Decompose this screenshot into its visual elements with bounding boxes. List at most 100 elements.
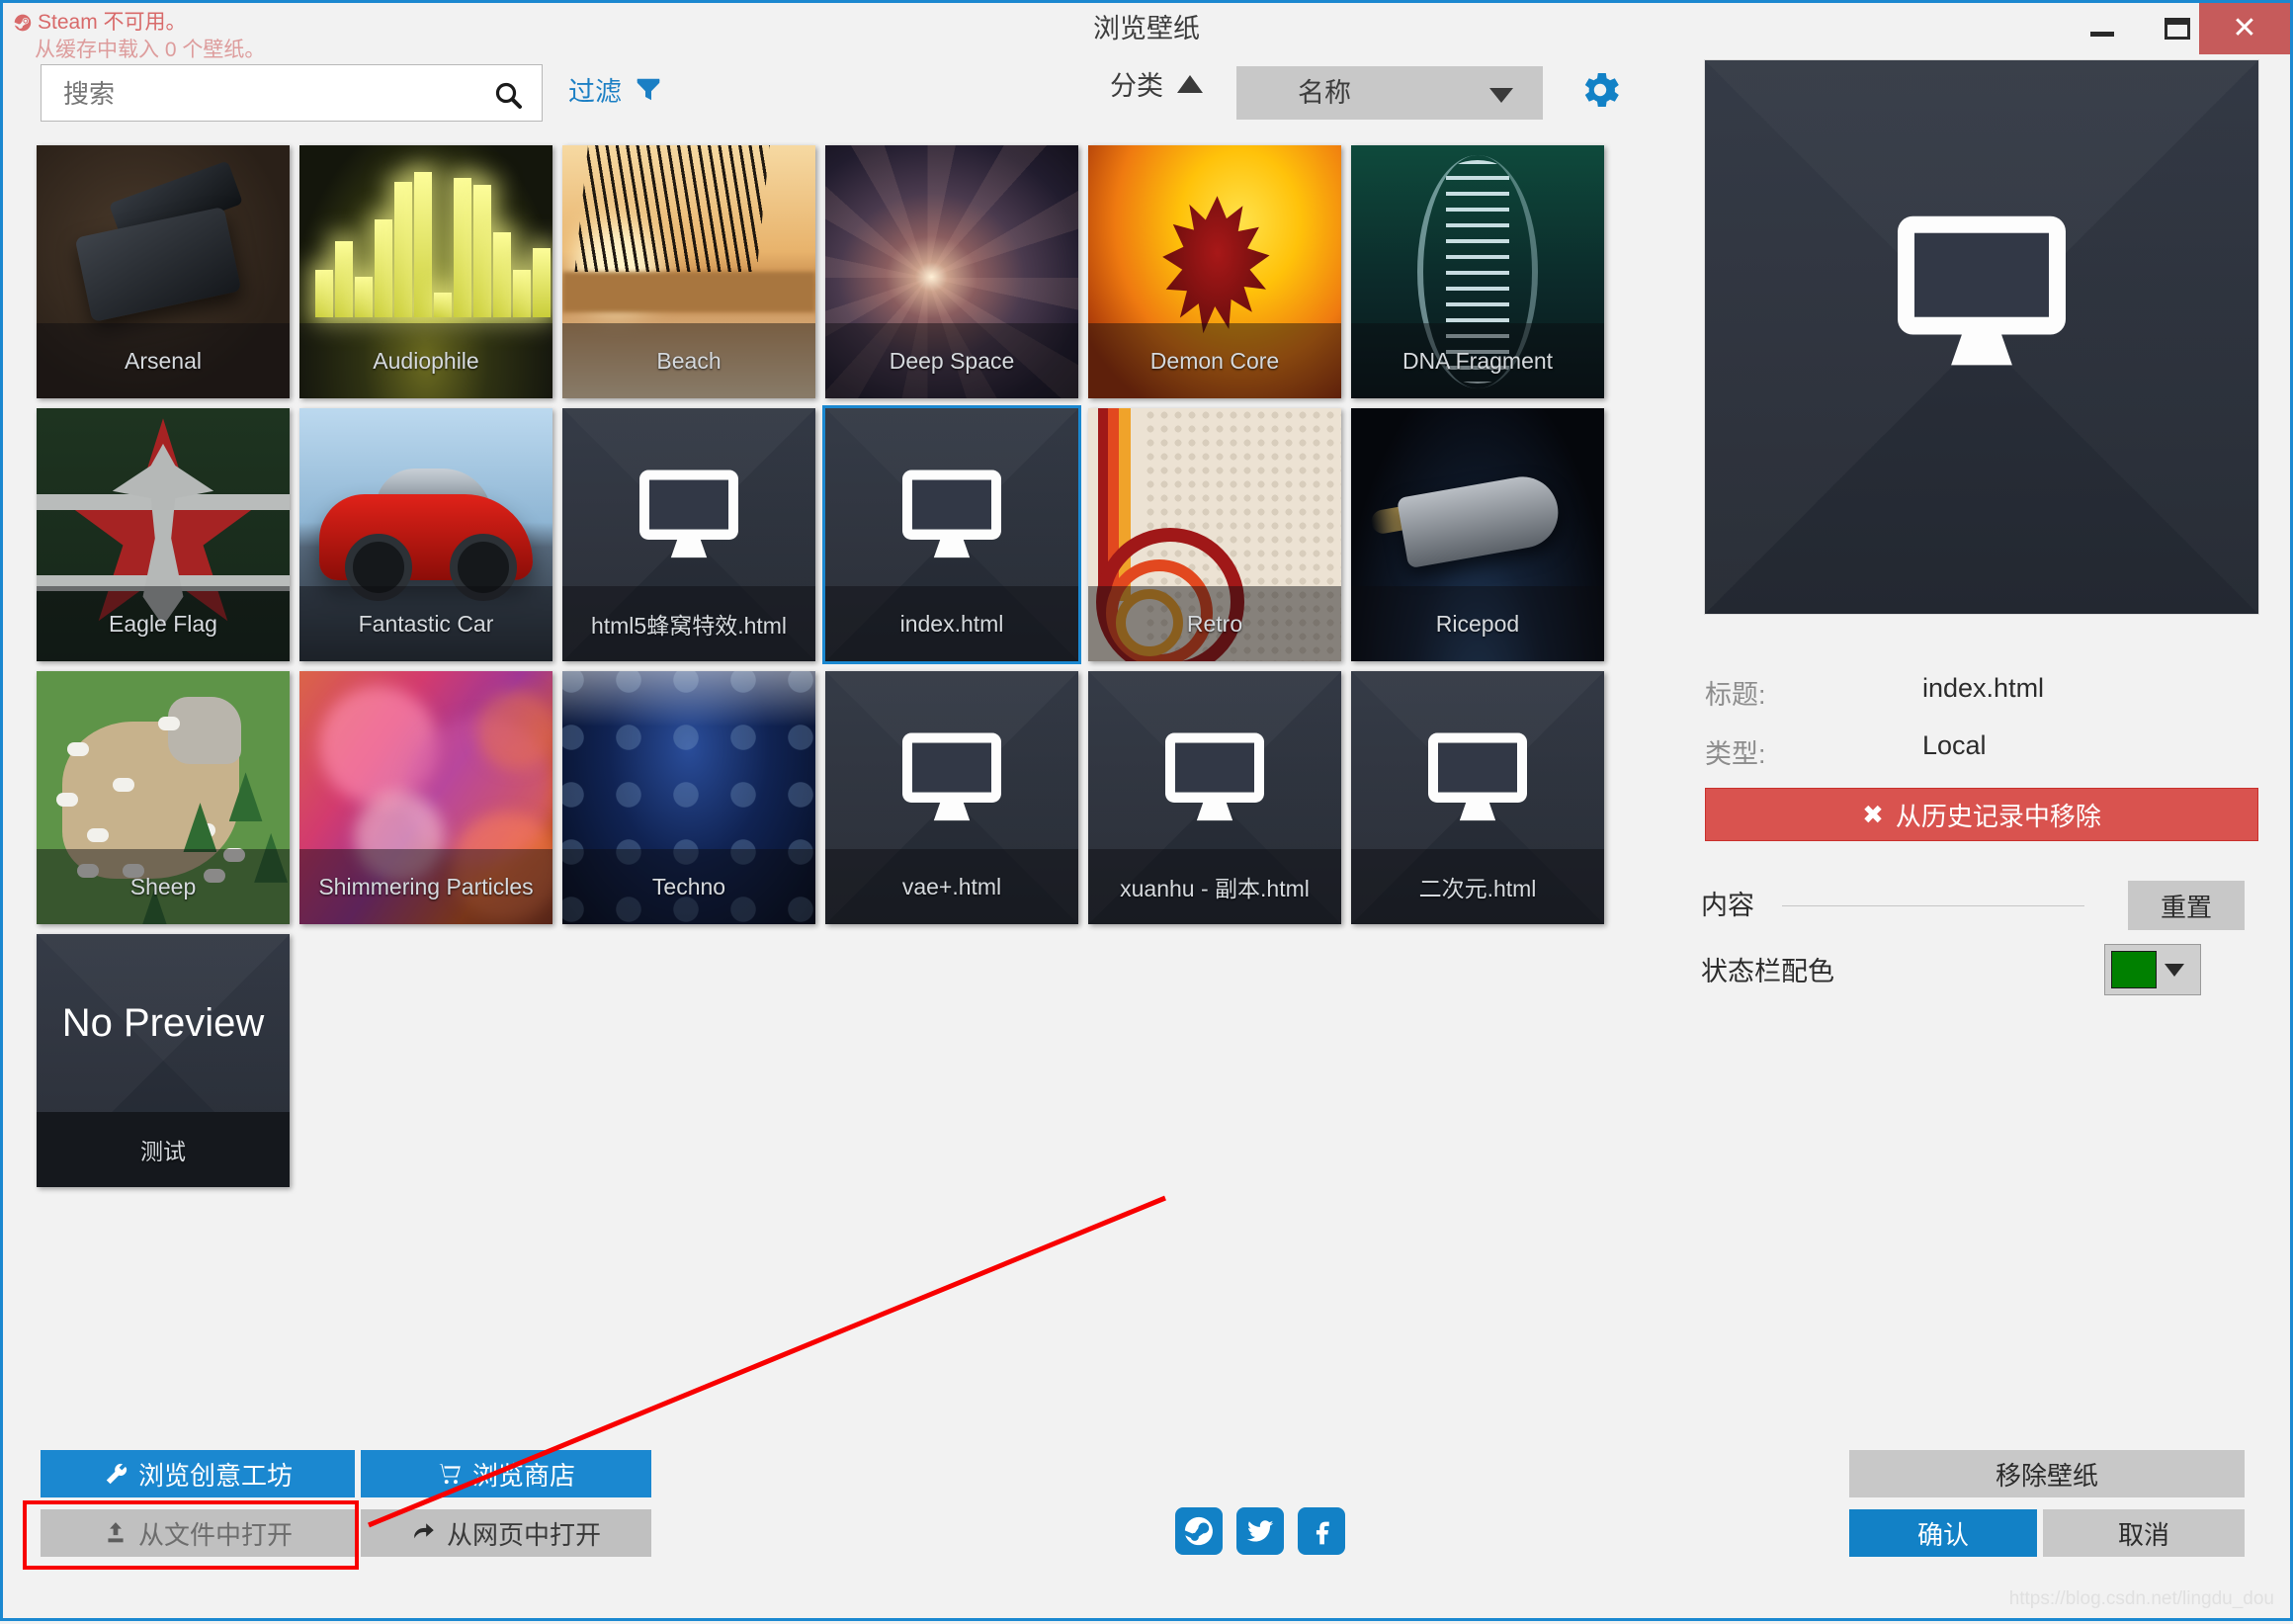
tile-label: Shimmering Particles bbox=[299, 849, 552, 924]
monitor-icon bbox=[1165, 732, 1264, 820]
cart-icon bbox=[439, 1464, 461, 1485]
wallpaper-tile[interactable]: Retro bbox=[1088, 408, 1341, 661]
wallpaper-tile[interactable]: No Preview 测试 bbox=[37, 934, 290, 1187]
open-from-web-button[interactable]: 从网页中打开 bbox=[361, 1509, 651, 1557]
wallpaper-tile[interactable]: index.html bbox=[822, 405, 1081, 664]
open-from-web-label: 从网页中打开 bbox=[446, 1519, 601, 1550]
color-swatch[interactable] bbox=[2111, 951, 2157, 988]
wallpaper-tile[interactable]: Ricepod bbox=[1351, 408, 1604, 661]
arrow-up-icon[interactable] bbox=[1177, 74, 1203, 93]
reset-button[interactable]: 重置 bbox=[2128, 881, 2245, 930]
close-button[interactable]: ✕ bbox=[2199, 3, 2290, 54]
title-value: index.html bbox=[1922, 673, 2045, 703]
wallpaper-tile[interactable]: Deep Space bbox=[825, 145, 1078, 398]
tile-label: 二次元.html bbox=[1351, 849, 1604, 924]
type-value: Local bbox=[1922, 730, 1987, 760]
sort-control[interactable]: 分类 bbox=[1110, 64, 1203, 103]
steam-icon[interactable] bbox=[1175, 1507, 1223, 1555]
title-bar: 浏览壁纸 ✕ bbox=[3, 3, 2290, 54]
wallpaper-tile[interactable]: Fantastic Car bbox=[299, 408, 552, 661]
maximize-icon bbox=[2165, 18, 2190, 40]
chevron-down-icon bbox=[1489, 88, 1513, 103]
monitor-icon bbox=[639, 470, 738, 557]
wallpaper-tile[interactable]: 二次元.html bbox=[1351, 671, 1604, 924]
wallpaper-tile[interactable]: Shimmering Particles bbox=[299, 671, 552, 924]
tile-label: Demon Core bbox=[1088, 323, 1341, 398]
wallpaper-tile[interactable]: Techno bbox=[562, 671, 815, 924]
wallpaper-tile[interactable]: Sheep bbox=[37, 671, 290, 924]
browse-workshop-button[interactable]: 浏览创意工坊 bbox=[41, 1450, 355, 1497]
remove-wallpaper-button[interactable]: 移除壁纸 bbox=[1849, 1450, 2245, 1497]
arrow-right-icon bbox=[414, 1523, 434, 1539]
no-preview-text: No Preview bbox=[61, 1000, 265, 1045]
filter-control[interactable]: 过滤 bbox=[568, 70, 663, 109]
search-input[interactable] bbox=[61, 65, 480, 123]
monitor-icon bbox=[1898, 215, 2066, 366]
monitor-icon bbox=[1428, 732, 1527, 820]
title-label: 标题: bbox=[1705, 680, 1766, 710]
funnel-icon[interactable] bbox=[634, 75, 663, 105]
wallpaper-grid: Arsenal Audiophile Beach Deep Space Demon Co… bbox=[37, 145, 1638, 1197]
wallpaper-tile[interactable]: Beach bbox=[562, 145, 815, 398]
wallpaper-tile[interactable]: Arsenal bbox=[37, 145, 290, 398]
browse-store-button[interactable]: 浏览商店 bbox=[361, 1450, 651, 1497]
twitter-icon[interactable] bbox=[1236, 1507, 1284, 1555]
tile-label: Techno bbox=[562, 849, 815, 924]
tile-label: Arsenal bbox=[37, 323, 290, 398]
wallpaper-tile[interactable]: DNA Fragment bbox=[1351, 145, 1604, 398]
steam-unavailable-row: Steam 不可用。 bbox=[13, 9, 265, 37]
tile-label: Beach bbox=[562, 323, 815, 398]
social-links bbox=[1175, 1507, 1345, 1555]
wallpaper-preview bbox=[1705, 60, 2258, 614]
close-icon: ✕ bbox=[2232, 11, 2257, 45]
divider bbox=[1782, 905, 2084, 906]
monitor-icon bbox=[902, 470, 1001, 557]
tile-label: Audiophile bbox=[299, 323, 552, 398]
sort-select-value: 名称 bbox=[1298, 78, 1351, 108]
tile-label: Ricepod bbox=[1351, 586, 1604, 661]
minimize-icon bbox=[2090, 31, 2114, 37]
tile-label: 测试 bbox=[37, 1112, 290, 1187]
chevron-down-icon[interactable] bbox=[2165, 963, 2184, 977]
gear-icon[interactable] bbox=[1576, 66, 1624, 119]
tile-label: Sheep bbox=[37, 849, 290, 924]
steam-icon bbox=[14, 14, 32, 32]
wallpaper-tile[interactable]: xuanhu - 副本.html bbox=[1088, 671, 1341, 924]
search-icon[interactable] bbox=[492, 79, 524, 116]
close-x-icon: ✖ bbox=[1862, 799, 1884, 829]
wallpaper-tile[interactable]: html5蜂窝特效.html bbox=[562, 408, 815, 661]
tile-label: Eagle Flag bbox=[37, 586, 290, 661]
tile-label: DNA Fragment bbox=[1351, 323, 1604, 398]
wallpaper-tile[interactable]: Audiophile bbox=[299, 145, 552, 398]
remove-from-history-button[interactable]: ✖ 从历史记录中移除 bbox=[1705, 788, 2258, 841]
filter-label: 过滤 bbox=[568, 77, 622, 107]
facebook-icon[interactable] bbox=[1298, 1507, 1345, 1555]
window-title: 浏览壁纸 bbox=[1093, 14, 1200, 43]
steam-unavailable-text: Steam 不可用。 bbox=[38, 11, 187, 34]
minimize-button[interactable] bbox=[2065, 3, 2140, 54]
tile-label: Retro bbox=[1088, 586, 1341, 661]
wallpaper-tile[interactable]: Demon Core bbox=[1088, 145, 1341, 398]
browse-store-label: 浏览商店 bbox=[471, 1460, 575, 1491]
wrench-icon bbox=[106, 1463, 127, 1485]
tile-label: Fantastic Car bbox=[299, 586, 552, 661]
search-box[interactable] bbox=[41, 64, 543, 123]
wallpaper-tile[interactable]: vae+.html bbox=[825, 671, 1078, 924]
sort-select[interactable]: 名称 bbox=[1236, 66, 1543, 120]
monitor-icon bbox=[902, 732, 1001, 820]
content-label: 内容 bbox=[1701, 891, 1754, 920]
confirm-button[interactable]: 确认 bbox=[1849, 1509, 2037, 1557]
browse-workshop-label: 浏览创意工坊 bbox=[137, 1460, 293, 1491]
color-picker[interactable] bbox=[2104, 944, 2201, 995]
cancel-button[interactable]: 取消 bbox=[2043, 1509, 2245, 1557]
remove-from-history-label: 从历史记录中移除 bbox=[1895, 801, 2101, 831]
watermark: https://blog.csdn.net/lingdu_dou bbox=[2008, 1588, 2274, 1609]
cache-loaded-text: 从缓存中载入 0 个壁纸。 bbox=[35, 39, 266, 62]
content-row: 内容 重置 bbox=[1701, 881, 2264, 930]
tile-label: xuanhu - 副本.html bbox=[1088, 849, 1341, 924]
annotation-highlight-box bbox=[23, 1500, 359, 1570]
statusbar-color-row: 状态栏配色 bbox=[1701, 944, 2264, 999]
wallpaper-tile[interactable]: Eagle Flag bbox=[37, 408, 290, 661]
statusbar-color-label: 状态栏配色 bbox=[1701, 957, 1834, 986]
tile-label: Deep Space bbox=[825, 323, 1078, 398]
